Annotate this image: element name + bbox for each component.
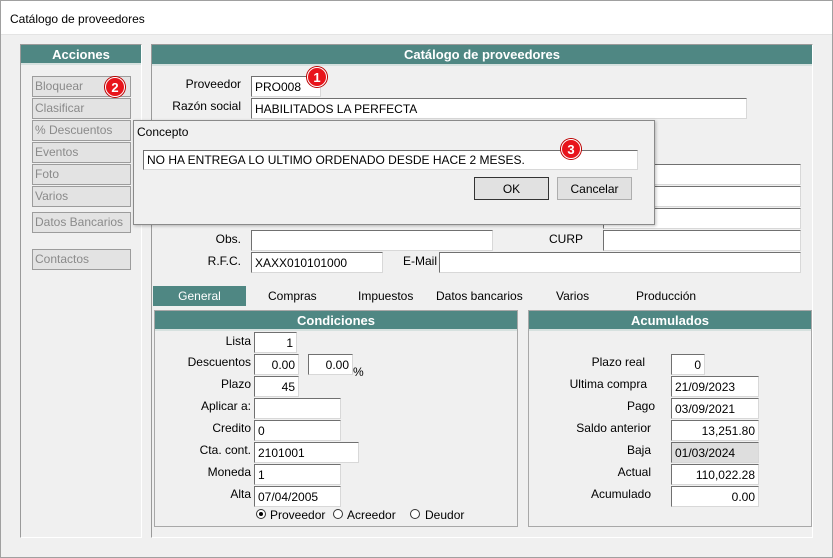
descuentos-label: Descuentos	[187, 355, 251, 369]
tab-varios[interactable]: Varios	[556, 286, 589, 306]
credito-field[interactable]: 0	[254, 420, 341, 441]
cta-cont-label: Cta. cont.	[199, 443, 251, 457]
alta-field[interactable]: 07/04/2005	[254, 486, 341, 507]
annotation-badge-2: 2	[105, 77, 125, 97]
catalogo-header: Catálogo de proveedores	[152, 45, 812, 66]
descuento-1-field[interactable]: 0.00	[254, 354, 299, 375]
actual-field[interactable]: 110,022.28	[671, 464, 759, 485]
pago-field[interactable]: 03/09/2021	[671, 398, 759, 419]
obs-field[interactable]	[251, 230, 493, 251]
cancelar-button[interactable]: Cancelar	[557, 177, 632, 200]
deudor-radio-label: Deudor	[425, 508, 465, 522]
razon-social-label: Razón social	[172, 99, 241, 113]
deudor-radio[interactable]	[410, 509, 420, 519]
tab-compras[interactable]: Compras	[268, 286, 317, 306]
window-title: Catálogo de proveedores	[10, 12, 145, 26]
acumulados-header: Acumulados	[529, 311, 811, 331]
baja-label: Baja	[626, 443, 651, 457]
ultima-compra-label: Ultima compra	[569, 377, 647, 391]
ok-button[interactable]: OK	[474, 177, 549, 200]
lista-field[interactable]: 1	[254, 332, 297, 353]
acumulado-field[interactable]: 0.00	[671, 486, 759, 507]
rfc-label: R.F.C.	[207, 254, 241, 268]
annotation-badge-1: 1	[307, 67, 327, 87]
ultima-compra-field[interactable]: 21/09/2023	[671, 376, 759, 397]
acreedor-radio-label: Acreedor	[347, 508, 396, 522]
plazo-real-label: Plazo real	[591, 355, 645, 369]
varios-button[interactable]: Varios	[32, 186, 131, 207]
email-field[interactable]	[439, 252, 801, 273]
tab-datos-bancarios[interactable]: Datos bancarios	[436, 286, 523, 306]
contactos-button[interactable]: Contactos	[32, 249, 131, 270]
descuentos-button[interactable]: % Descuentos	[32, 120, 131, 141]
plazo-field[interactable]: 45	[254, 376, 299, 397]
plazo-label: Plazo	[220, 377, 251, 391]
tab-general[interactable]: General	[153, 286, 246, 306]
foto-button[interactable]: Foto	[32, 164, 131, 185]
plazo-real-field[interactable]: 0	[671, 354, 705, 375]
cta-cont-field[interactable]: 2101001	[254, 442, 359, 463]
acumulado-label: Acumulado	[590, 487, 651, 501]
tab-impuestos[interactable]: Impuestos	[358, 286, 413, 306]
concepto-dialog: Concepto NO HA ENTREGA LO ULTIMO ORDENAD…	[133, 120, 655, 225]
actual-label: Actual	[617, 465, 651, 479]
proveedor-radio-label: Proveedor	[270, 508, 326, 522]
concepto-dialog-title: Concepto	[137, 125, 189, 139]
descuento-2-field[interactable]: 0.00	[308, 354, 353, 375]
percent-label: %	[353, 365, 364, 379]
credito-label: Credito	[212, 421, 251, 435]
curp-label: CURP	[549, 232, 584, 246]
annotation-badge-3: 3	[561, 139, 581, 159]
title-bar: Catálogo de proveedores	[1, 1, 832, 35]
lista-label: Lista	[225, 334, 251, 348]
obs-label: Obs.	[215, 232, 241, 246]
eventos-button[interactable]: Eventos	[32, 142, 131, 163]
clasificar-button[interactable]: Clasificar	[32, 98, 131, 119]
saldo-anterior-field[interactable]: 13,251.80	[671, 420, 759, 441]
rfc-field[interactable]: XAXX010101000	[251, 252, 383, 273]
condiciones-header: Condiciones	[155, 311, 517, 331]
alta-label: Alta	[230, 487, 251, 501]
proveedor-radio[interactable]	[256, 509, 266, 519]
razon-social-field[interactable]: HABILITADOS LA PERFECTA	[251, 98, 747, 119]
tab-produccion[interactable]: Producción	[636, 286, 696, 306]
moneda-field[interactable]: 1	[254, 464, 341, 485]
acciones-header: Acciones	[21, 45, 141, 65]
pago-label: Pago	[626, 399, 655, 413]
moneda-label: Moneda	[207, 465, 251, 479]
proveedor-label: Proveedor	[185, 77, 241, 91]
acreedor-radio[interactable]	[333, 509, 343, 519]
baja-field: 01/03/2024	[671, 442, 759, 463]
aplicar-field[interactable]	[254, 398, 341, 419]
email-label: E-Mail	[403, 254, 438, 268]
saldo-anterior-label: Saldo anterior	[576, 421, 651, 435]
datos-bancarios-button[interactable]: Datos Bancarios	[32, 212, 131, 233]
aplicar-label: Aplicar a:	[200, 399, 251, 413]
curp-field[interactable]	[603, 230, 801, 251]
main-window: Catálogo de proveedores Acciones Bloquea…	[0, 0, 833, 558]
